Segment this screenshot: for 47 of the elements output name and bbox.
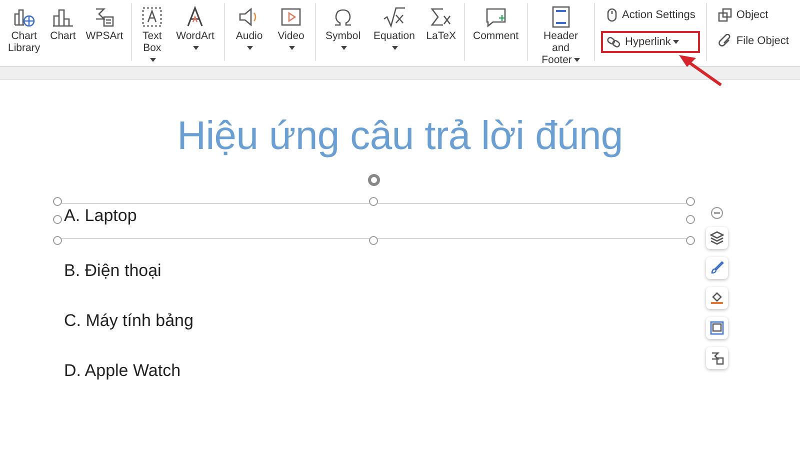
toolbar-button[interactable]: WordArt — [169, 3, 222, 61]
resize-handle[interactable] — [53, 236, 62, 245]
answer-text[interactable]: B. Điện thoại — [64, 261, 162, 280]
toolbar-button[interactable]: Chart Library — [3, 3, 46, 61]
toolbar-button[interactable]: Object — [713, 5, 794, 25]
toolbar-button[interactable]: Video — [270, 3, 312, 61]
toolbar-button[interactable]: WPSArt — [80, 3, 128, 61]
annotation-arrow — [677, 53, 724, 87]
toolbar-button[interactable]: Chart — [45, 3, 81, 61]
toolbar-button[interactable]: Header and Footer — [530, 3, 592, 61]
toolbar-button[interactable]: Text Box — [135, 3, 170, 61]
slide-title: Hiệu ứng câu trả lời đúng — [176, 114, 624, 159]
mouse-icon — [606, 8, 618, 22]
paperclip-icon — [718, 34, 732, 48]
link-icon — [607, 35, 622, 49]
frame-icon[interactable] — [706, 317, 728, 339]
toolbar-button[interactable]: Action Settings — [601, 5, 700, 25]
toolbar-button[interactable]: Comment — [468, 3, 524, 61]
resize-handle[interactable] — [369, 197, 378, 206]
toolbar-button[interactable]: Audio — [228, 3, 270, 61]
caret-icon — [672, 40, 679, 44]
resize-handle[interactable] — [686, 236, 695, 245]
brush-icon[interactable] — [706, 257, 728, 279]
answer-text[interactable]: C. Máy tính bảng — [64, 311, 194, 330]
toolbar-button[interactable]: Hyperlink — [601, 31, 700, 53]
answer-text[interactable]: A. Laptop — [57, 203, 691, 239]
text-box-icon — [140, 5, 164, 29]
paint-bucket-icon[interactable] — [706, 287, 728, 309]
toolbar-button[interactable]: Equation — [367, 3, 422, 61]
layers-icon[interactable] — [706, 227, 728, 249]
toolbar-button[interactable]: LaTeX — [421, 3, 461, 61]
caret-icon — [289, 46, 296, 50]
caret-icon — [150, 58, 156, 62]
rotate-handle[interactable] — [368, 174, 380, 186]
object-icon — [718, 8, 732, 22]
toolbar-button[interactable]: File Object — [713, 31, 794, 51]
answer-text[interactable]: D. Apple Watch — [64, 361, 181, 380]
caret-icon — [392, 46, 398, 50]
caret-icon — [574, 58, 580, 62]
collapse-icon[interactable] — [711, 207, 723, 219]
caret-icon — [193, 46, 200, 50]
resize-handle[interactable] — [369, 236, 378, 245]
toolbar-button[interactable]: Symbol — [318, 3, 368, 61]
caret-icon — [247, 46, 254, 50]
caret-icon — [341, 46, 348, 50]
wpsart-icon[interactable] — [706, 347, 728, 369]
square-root-icon — [382, 5, 406, 29]
